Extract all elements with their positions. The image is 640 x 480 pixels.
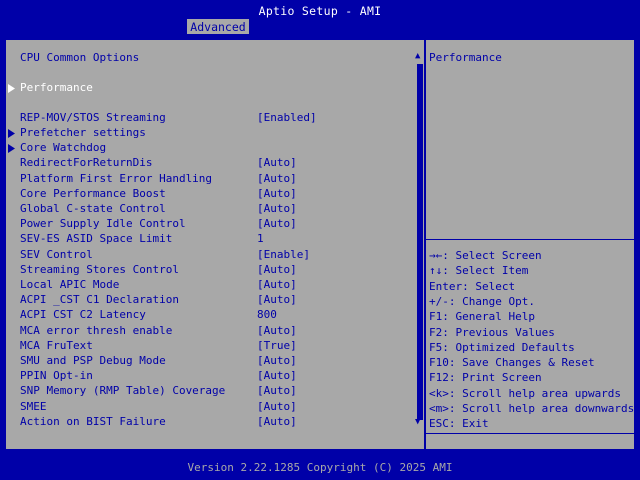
setting-label: Performance xyxy=(20,81,93,94)
help-separator-bottom xyxy=(426,433,634,434)
submenu-arrow-icon xyxy=(8,84,15,93)
key-help-line: F2: Previous Values xyxy=(429,326,555,339)
setting-label: Core Performance Boost xyxy=(20,187,166,200)
setting-row[interactable]: SMU and PSP Debug Mode [Auto] xyxy=(0,354,415,368)
panel-divider xyxy=(424,40,426,449)
setting-label: Prefetcher settings xyxy=(20,126,146,139)
setting-value[interactable]: [Auto] xyxy=(257,415,297,429)
key-help-line: <k>: Scroll help area upwards xyxy=(429,387,622,400)
setting-label: ACPI CST C2 Latency xyxy=(20,308,146,321)
setting-label: PPIN Opt-in xyxy=(20,369,93,382)
setting-row[interactable]: Local APIC Mode [Auto] xyxy=(0,278,415,292)
setting-value[interactable]: [Enabled] xyxy=(257,111,317,125)
setting-label: Core Watchdog xyxy=(20,141,107,154)
key-help-line: F5: Optimized Defaults xyxy=(429,341,575,354)
top-bar: Aptio Setup - AMI Advanced xyxy=(0,0,640,35)
setting-label: SMEE xyxy=(20,400,47,413)
key-help-line: <m>: Scroll help area downwards xyxy=(429,402,635,415)
footer-version: Version 2.22.1285 Copyright (C) 2025 AMI xyxy=(0,458,640,480)
help-separator-top xyxy=(426,239,634,240)
setting-row[interactable]: MCA FruText [True] xyxy=(0,339,415,353)
key-help-line: →←: Select Screen xyxy=(429,249,542,262)
key-help-line: ESC: Exit xyxy=(429,417,489,430)
setting-row[interactable]: PPIN Opt-in [Auto] xyxy=(0,369,415,383)
setting-value[interactable]: [Auto] xyxy=(257,354,297,368)
setting-row[interactable]: Power Supply Idle Control [Auto] xyxy=(0,217,415,231)
setting-value[interactable]: [Auto] xyxy=(257,172,297,186)
setting-label: ACPI _CST C1 Declaration xyxy=(20,293,179,306)
setting-row[interactable]: Prefetcher settings xyxy=(0,126,415,140)
setting-row[interactable]: Platform First Error Handling [Auto] xyxy=(0,172,415,186)
setting-value[interactable]: [Auto] xyxy=(257,156,297,170)
setting-label: Power Supply Idle Control xyxy=(20,217,186,230)
setting-value[interactable]: [Auto] xyxy=(257,202,297,216)
setting-value[interactable]: [Auto] xyxy=(257,278,297,292)
submenu-arrow-icon xyxy=(8,129,15,138)
scroll-down-arrow-icon[interactable]: ▼ xyxy=(415,418,420,427)
setting-row[interactable]: Action on BIST Failure [Auto] xyxy=(0,415,415,429)
key-help-line: ↑↓: Select Item xyxy=(429,264,529,277)
setting-value[interactable]: [Auto] xyxy=(257,369,297,383)
section-title: CPU Common Options xyxy=(20,51,140,64)
scroll-up-arrow-icon[interactable]: ▲ xyxy=(415,52,420,61)
setting-value[interactable]: 800 xyxy=(257,308,277,322)
setting-label: Global C-state Control xyxy=(20,202,166,215)
setting-label: Platform First Error Handling xyxy=(20,172,213,185)
setting-value[interactable]: [Auto] xyxy=(257,263,297,277)
setting-value[interactable]: [Auto] xyxy=(257,217,297,231)
setting-row[interactable]: SNP Memory (RMP Table) Coverage [Auto] xyxy=(0,384,415,398)
tab-advanced[interactable]: Advanced xyxy=(187,19,249,35)
key-help-line: F10: Save Changes & Reset xyxy=(429,356,595,369)
app-title: Aptio Setup - AMI xyxy=(258,4,382,18)
setting-row[interactable]: Core Watchdog xyxy=(0,141,415,155)
setting-row[interactable]: Performance xyxy=(0,81,415,95)
setting-value[interactable]: [Auto] xyxy=(257,293,297,307)
setting-row[interactable]: MCA error thresh enable [Auto] xyxy=(0,324,415,338)
key-help-line: +/-: Change Opt. xyxy=(429,295,535,308)
scrollbar[interactable] xyxy=(417,64,423,420)
setting-value[interactable]: [True] xyxy=(257,339,297,353)
setting-row[interactable]: Global C-state Control [Auto] xyxy=(0,202,415,216)
key-help-line: Enter: Select xyxy=(429,280,516,293)
key-help-line: F1: General Help xyxy=(429,310,535,323)
setting-label: Action on BIST Failure xyxy=(20,415,166,428)
help-description: Performance xyxy=(429,51,502,64)
submenu-arrow-icon xyxy=(8,144,15,153)
setting-value[interactable]: [Auto] xyxy=(257,324,297,338)
setting-label: RedirectForReturnDis xyxy=(20,156,153,169)
setting-row[interactable]: REP-MOV/STOS Streaming [Enabled] xyxy=(0,111,415,125)
setting-label: Streaming Stores Control xyxy=(20,263,179,276)
setting-label: SNP Memory (RMP Table) Coverage xyxy=(20,384,226,397)
setting-label: REP-MOV/STOS Streaming xyxy=(20,111,166,124)
setting-row[interactable]: Streaming Stores Control [Auto] xyxy=(0,263,415,277)
setting-row[interactable]: Core Performance Boost [Auto] xyxy=(0,187,415,201)
setting-value[interactable]: [Auto] xyxy=(257,384,297,398)
setting-row[interactable]: ACPI CST C2 Latency 800 xyxy=(0,308,415,322)
setting-row[interactable]: SEV-ES ASID Space Limit 1 xyxy=(0,232,415,246)
setting-label: MCA FruText xyxy=(20,339,93,352)
setting-label: SEV Control xyxy=(20,248,93,261)
setting-label: SMU and PSP Debug Mode xyxy=(20,354,166,367)
setting-row[interactable]: SMEE [Auto] xyxy=(0,400,415,414)
setting-label: MCA error thresh enable xyxy=(20,324,173,337)
setting-label: SEV-ES ASID Space Limit xyxy=(20,232,173,245)
setting-row[interactable]: SEV Control [Enable] xyxy=(0,248,415,262)
setting-value[interactable]: [Auto] xyxy=(257,400,297,414)
setting-row[interactable]: ACPI _CST C1 Declaration [Auto] xyxy=(0,293,415,307)
setting-value[interactable]: [Enable] xyxy=(257,248,310,262)
key-help-line: F12: Print Screen xyxy=(429,371,542,384)
setting-value[interactable]: [Auto] xyxy=(257,187,297,201)
setting-row[interactable]: RedirectForReturnDis [Auto] xyxy=(0,156,415,170)
setting-label: Local APIC Mode xyxy=(20,278,120,291)
setting-value[interactable]: 1 xyxy=(257,232,264,246)
